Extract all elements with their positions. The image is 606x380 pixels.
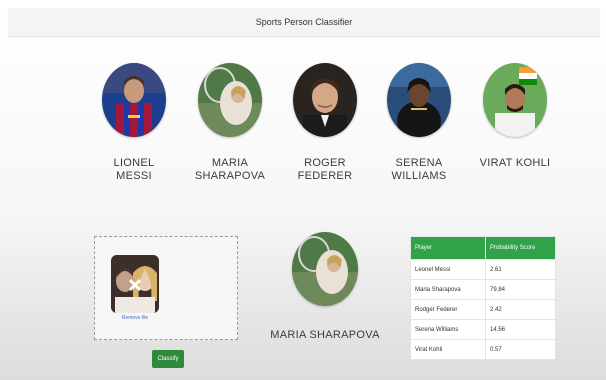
- kohli-photo: [483, 63, 547, 137]
- player-cell: Serena Williams: [410, 319, 486, 340]
- probability-table: Player Probability Score Leonel Messi 2.…: [410, 236, 556, 360]
- column-header-probability: Probability Score: [485, 236, 556, 260]
- image-dropzone[interactable]: Remove file: [94, 236, 238, 340]
- score-cell: 2.61: [485, 259, 556, 280]
- column-header-player: Player: [410, 236, 486, 260]
- table-row: Serena Williams 14.56: [410, 319, 556, 340]
- player-card-federer: ROGER FEDERER: [280, 63, 370, 183]
- player-cell: Rodger Federer: [410, 299, 486, 320]
- score-cell: 0.57: [485, 339, 556, 360]
- table-row: Leonel Messi 2.61: [410, 259, 556, 280]
- player-card-kohli: VIRAT KOHLI: [470, 63, 560, 170]
- federer-photo: [293, 63, 357, 137]
- player-name-kohli: VIRAT KOHLI: [479, 157, 551, 169]
- player-card-williams: SERENA WILLIAMS: [374, 63, 464, 183]
- player-name-messi: LIONEL MESSI: [113, 157, 155, 182]
- classification-result: MARIA SHARAPOVA: [270, 232, 380, 341]
- app-title: Sports Person Classifier: [255, 17, 353, 27]
- result-name: MARIA SHARAPOVA: [270, 329, 380, 341]
- score-cell: 79.84: [485, 279, 556, 300]
- player-name-williams: SERENA WILLIAMS: [391, 157, 447, 182]
- player-card-sharapova: MARIA SHARAPOVA: [185, 63, 275, 183]
- table-row: Maria Sharapova 79.84: [410, 279, 556, 300]
- player-name-federer: ROGER FEDERER: [297, 157, 353, 182]
- player-cell: Maria Sharapova: [410, 279, 486, 300]
- williams-photo: [387, 63, 451, 137]
- table-row: Rodger Federer 2.42: [410, 299, 556, 320]
- remove-file-link[interactable]: Remove file: [111, 315, 159, 321]
- sharapova-photo: [198, 63, 262, 137]
- result-photo: [292, 232, 358, 306]
- table-header-row: Player Probability Score: [410, 236, 556, 260]
- messi-photo: [102, 63, 166, 137]
- player-name-sharapova: MARIA SHARAPOVA: [194, 157, 266, 182]
- score-cell: 14.56: [485, 319, 556, 340]
- player-card-messi: LIONEL MESSI: [89, 63, 179, 183]
- player-cell: Virat Kohli: [410, 339, 486, 360]
- classify-button[interactable]: Classify: [152, 350, 184, 368]
- uploaded-image-thumbnail: [111, 255, 159, 313]
- score-cell: 2.42: [485, 299, 556, 320]
- table-row: Virat Kohli 0.57: [410, 339, 556, 360]
- navbar: Sports Person Classifier: [8, 8, 600, 37]
- player-cell: Leonel Messi: [410, 259, 486, 280]
